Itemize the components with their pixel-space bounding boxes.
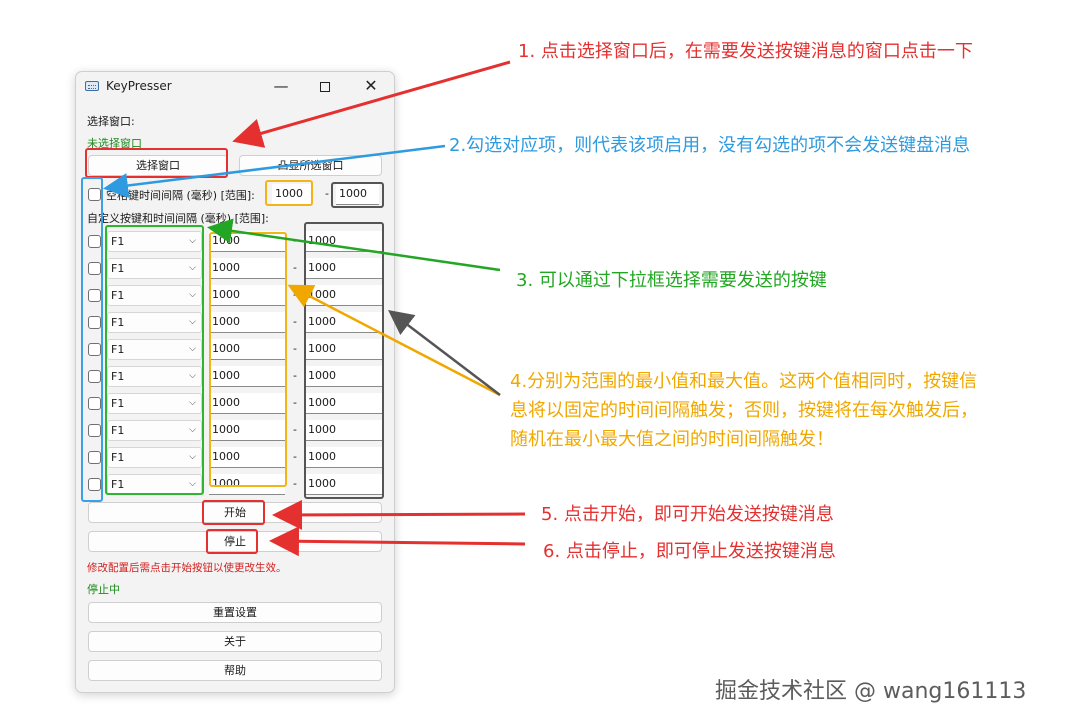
annotation-2: 2.勾选对应项，则代表该项启用，没有勾选的项不会发送键盘消息 xyxy=(449,135,971,156)
annotation-4-line-3: 随机在最小最大值之间的时间间隔触发！ xyxy=(510,429,834,450)
watermark-text: 掘金技术社区 @ wang161113 xyxy=(715,679,1027,704)
annotation-4-line-2: 息将以固定的时间间隔触发；否则，按键将在每次触发后， xyxy=(510,400,978,421)
arrow-4-orange xyxy=(287,284,501,397)
annotation-6: 6. 点击停止，即可停止发送按键消息 xyxy=(543,541,836,562)
arrow-2 xyxy=(103,144,446,198)
arrow-6 xyxy=(269,526,526,557)
annotation-1: 1. 点击选择窗口后，在需要发送按键消息的窗口点击一下 xyxy=(518,41,973,62)
annotation-5: 5. 点击开始，即可开始发送按键消息 xyxy=(541,504,834,525)
arrow-1 xyxy=(232,60,511,148)
annotation-3: 3. 可以通过下拉框选择需要发送的按键 xyxy=(516,270,827,291)
annotation-arrows xyxy=(103,60,526,557)
annotation-4-line-1: 4.分别为范围的最小值和最大值。这两个值相同时，按键信 xyxy=(510,371,978,392)
annotation-4: 4.分别为范围的最小值和最大值。这两个值相同时，按键信 息将以固定的时间间隔触发… xyxy=(510,367,978,454)
arrow-4-dark xyxy=(388,309,501,396)
arrow-5 xyxy=(272,499,526,530)
arrow-3 xyxy=(207,218,501,272)
